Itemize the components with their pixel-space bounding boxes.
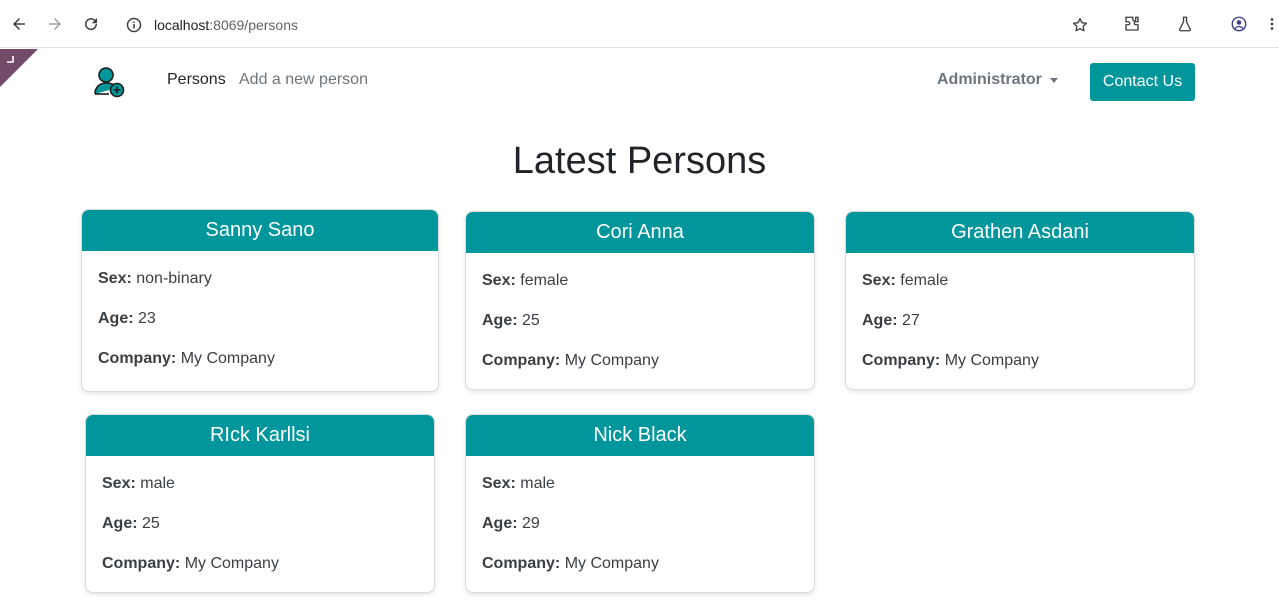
url-text: localhost:8069/persons (154, 16, 298, 33)
user-menu-label: Administrator (937, 71, 1042, 88)
logo-person-add-icon[interactable] (93, 66, 127, 98)
sex-row: Sex: non-binary (98, 270, 212, 287)
person-name: Sanny Sano (82, 210, 438, 251)
age-row: Age: 27 (862, 312, 920, 329)
age-row: Age: 25 (482, 312, 540, 329)
caret-down-icon (1049, 77, 1058, 83)
back-icon[interactable] (7, 12, 31, 36)
sex-row: Sex: female (862, 272, 949, 289)
person-name: RIck Karllsi (86, 415, 434, 456)
site-header: Persons Add a new person Administrator C… (0, 49, 1279, 115)
user-menu[interactable]: Administrator (937, 71, 1058, 89)
company-row: Company: My Company (862, 352, 1039, 369)
browser-toolbar: localhost:8069/persons (0, 0, 1279, 48)
sex-row: Sex: male (482, 475, 555, 492)
nav-persons[interactable]: Persons (167, 71, 226, 89)
company-row: Company: My Company (482, 352, 659, 369)
company-row: Company: My Company (102, 555, 279, 572)
page-title: Latest Persons (512, 140, 767, 182)
labs-icon[interactable] (1173, 12, 1197, 36)
menu-icon[interactable] (1266, 12, 1278, 36)
age-row: Age: 23 (98, 310, 156, 327)
company-row: Company: My Company (482, 555, 659, 572)
company-row: Company: My Company (98, 350, 275, 367)
sex-row: Sex: female (482, 272, 569, 289)
star-icon[interactable] (1071, 16, 1089, 34)
age-row: Age: 25 (102, 515, 160, 532)
person-card: RIck Karllsi Sex: male Age: 25 Company: … (85, 414, 435, 593)
person-card: Sanny Sano Sex: non-binary Age: 23 Compa… (81, 209, 439, 392)
age-row: Age: 29 (482, 515, 540, 532)
nav-add-person[interactable]: Add a new person (239, 71, 368, 89)
person-card: Nick Black Sex: male Age: 29 Company: My… (465, 414, 815, 593)
contact-us-button[interactable]: Contact Us (1090, 63, 1195, 101)
address-bar[interactable]: localhost:8069/persons (115, 8, 1105, 41)
reload-icon[interactable] (79, 12, 103, 36)
forward-icon[interactable] (43, 12, 67, 36)
person-card: Cori Anna Sex: female Age: 25 Company: M… (465, 211, 815, 390)
person-name: Grathen Asdani (846, 212, 1194, 253)
extensions-icon[interactable] (1120, 12, 1144, 36)
profile-icon[interactable] (1227, 12, 1251, 36)
person-name: Nick Black (466, 415, 814, 456)
person-card: Grathen Asdani Sex: female Age: 27 Compa… (845, 211, 1195, 390)
info-icon[interactable] (126, 17, 142, 33)
sex-row: Sex: male (102, 475, 175, 492)
person-name: Cori Anna (466, 212, 814, 253)
